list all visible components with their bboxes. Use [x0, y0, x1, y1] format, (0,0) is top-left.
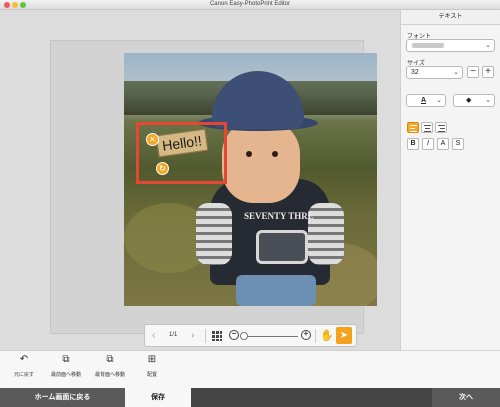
text-frame-text: Hello!! — [161, 132, 203, 154]
shirt-print: SEVENTY THRE — [244, 211, 314, 221]
save-button[interactable]: 保存 — [125, 388, 191, 407]
arrange-icon: ⊞ — [147, 354, 157, 365]
send-to-back-label: 最背面へ移動 — [94, 372, 125, 378]
child-hat — [212, 71, 304, 129]
outline-button[interactable]: A — [437, 138, 449, 150]
font-name-value — [412, 43, 444, 48]
chevron-down-icon: ⌄ — [436, 97, 442, 104]
undo-icon: ↶ — [19, 354, 29, 365]
bold-button[interactable]: B — [407, 138, 419, 150]
previous-page-button[interactable]: ‹ — [152, 330, 155, 341]
align-center-button[interactable] — [421, 122, 433, 133]
send-to-back-button[interactable]: ⧉ 最背面へ移動 — [88, 354, 132, 378]
align-right-button[interactable] — [435, 122, 447, 133]
send-to-back-icon: ⧉ — [106, 354, 114, 365]
size-decrease-button[interactable]: − — [467, 66, 479, 78]
bottom-toolbar: ↶ 元に戻す ⧉ 最前面へ移動 ⧉ 最背面へ移動 ⊞ 配置 — [0, 350, 500, 388]
bring-to-front-icon: ⧉ — [62, 354, 70, 365]
shirt-emblem — [256, 230, 308, 264]
zoom-in-icon[interactable]: + — [301, 330, 311, 340]
next-button[interactable]: 次へ — [432, 388, 500, 407]
text-color-icon: A — [421, 97, 427, 104]
text-sticker[interactable]: Hello!! — [155, 128, 209, 158]
undo-button[interactable]: ↶ 元に戻す — [2, 354, 46, 378]
fill-color-select[interactable]: ◆ ⌄ — [453, 94, 495, 107]
page-indicator: 1/1 — [169, 332, 178, 338]
bring-to-front-button[interactable]: ⧉ 最前面へ移動 — [44, 354, 88, 378]
chevron-down-icon: ⌄ — [485, 97, 491, 104]
zoom-slider-knob[interactable] — [240, 332, 248, 340]
footer-bar: ホーム画面に戻る 保存 次へ — [0, 388, 500, 407]
zoom-out-icon[interactable]: − — [229, 330, 239, 340]
fill-color-icon: ◆ — [466, 97, 472, 104]
shadow-button[interactable]: S — [452, 138, 464, 150]
rotate-icon[interactable]: ↻ — [156, 162, 169, 175]
child-pants — [236, 275, 316, 306]
size-select[interactable]: 32 ⌄ — [406, 66, 463, 79]
italic-button[interactable]: I — [422, 138, 434, 150]
title-bar: Canon Easy-PhotoPrint Editor — [0, 0, 500, 10]
chevron-down-icon: ⌄ — [485, 42, 491, 49]
arrange-button[interactable]: ⊞ 配置 — [130, 354, 174, 378]
child-face — [222, 121, 300, 203]
text-color-select[interactable]: A ⌄ — [406, 94, 446, 107]
text-properties-panel: テキスト フォント ⌄ サイズ 32 ⌄ − + A ⌄ ◆ ⌄ B I A S — [400, 10, 500, 350]
divider — [205, 329, 206, 343]
delete-icon[interactable]: ✕ — [146, 133, 159, 146]
size-increase-button[interactable]: + — [482, 66, 494, 78]
undo-label: 元に戻す — [13, 372, 34, 378]
child-sleeve — [196, 203, 232, 265]
zoom-toolbar: ‹ 1/1 › − + ✋ ➤ — [144, 324, 357, 347]
panel-title: テキスト — [401, 10, 500, 25]
zoom-slider[interactable] — [240, 332, 298, 340]
hand-icon[interactable]: ✋ — [320, 329, 334, 342]
chevron-down-icon: ⌄ — [453, 69, 459, 76]
child-eye — [272, 151, 278, 157]
text-frame[interactable]: Hello!! ✕ ↻ — [136, 122, 227, 184]
font-select[interactable]: ⌄ — [406, 39, 495, 52]
home-button[interactable]: ホーム画面に戻る — [0, 388, 125, 407]
next-page-button[interactable]: › — [191, 330, 194, 341]
arrange-label: 配置 — [146, 372, 157, 378]
divider — [315, 329, 316, 343]
child-eye — [246, 151, 252, 157]
bring-to-front-label: 最前面へ移動 — [50, 372, 81, 378]
align-left-button[interactable] — [407, 122, 419, 133]
pointer-icon[interactable]: ➤ — [336, 327, 352, 344]
size-value: 32 — [411, 69, 419, 76]
grid-icon[interactable] — [212, 331, 222, 341]
window-title: Canon Easy-PhotoPrint Editor — [209, 1, 291, 7]
